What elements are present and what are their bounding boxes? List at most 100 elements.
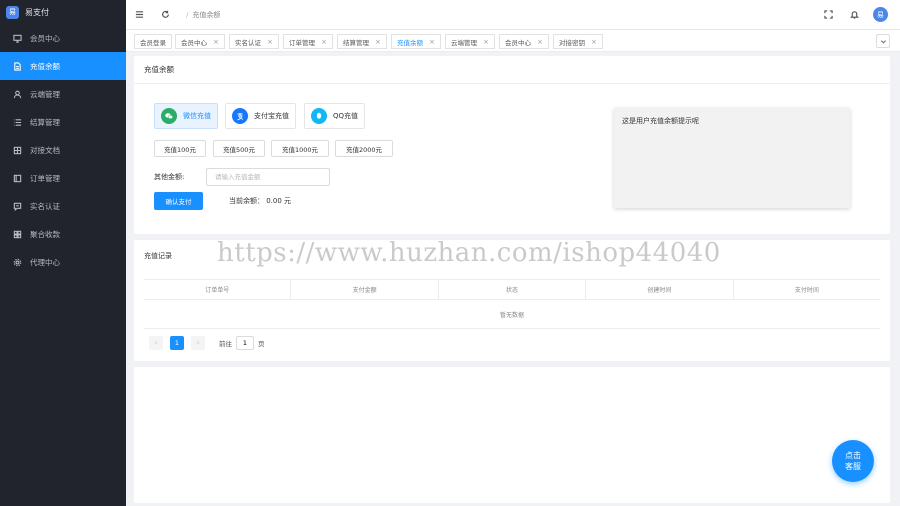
tab-member-center-2[interactable]: 会员中心 × [499,34,549,49]
customer-service-button[interactable]: 点击 客服 [832,440,874,482]
page-1-button[interactable]: 1 [170,336,184,350]
close-icon[interactable]: × [429,38,435,46]
sidebar-item-label: 结算管理 [30,117,60,127]
sidebar-item-agent[interactable]: 代理中心 [0,248,126,276]
order-icon [12,173,22,183]
tab-label: 充值余额 [397,38,423,47]
goto-label: 前往 [219,340,232,348]
fab-line-1: 点击 [845,451,861,460]
sidebar-item-label: 充值余额 [30,61,60,71]
breadcrumb-current: 充值余额 [192,10,221,19]
topbar: / 充值余额 易 [126,0,900,30]
logo-icon: 易 [6,5,19,19]
recharge-card: 充值余额 微信充值 支付宝充值 QQ充值 充值100元 充值500元 充值100… [134,56,890,234]
tab-label: 云端管理 [451,38,477,47]
qq-pay-button[interactable]: QQ充值 [304,103,366,129]
amount-2000-button[interactable]: 充值2000元 [335,140,393,157]
sidebar-item-aggregate[interactable]: 聚合收款 [0,220,126,248]
tab-cloud[interactable]: 云端管理 × [445,34,495,49]
sidebar-item-member-center[interactable]: 会员中心 [0,24,126,52]
chevron-down-icon[interactable] [876,34,890,48]
refresh-icon[interactable] [158,8,172,22]
grid-icon [12,229,22,239]
sidebar: 易 易支付 会员中心 充值余额 云端管理 结算管理 对接文档 订单管理 实名认证… [0,0,126,506]
column-header: 支付时间 [794,287,819,294]
next-page-button[interactable]: › [191,336,205,350]
tab-verification[interactable]: 实名认证 × [229,34,279,49]
watermark: https://www.huzhan.com/ishop44040 [217,238,721,268]
close-icon[interactable]: × [267,38,273,46]
message-icon [12,201,22,211]
current-balance: 当前余额： 0.00 元 [229,197,292,205]
logo[interactable]: 易 易支付 [0,0,126,24]
other-amount-label: 其他金额: [154,173,185,181]
prev-page-button[interactable]: ‹ [149,336,163,350]
gear-icon [12,257,22,267]
close-icon[interactable]: × [483,38,489,46]
close-icon[interactable]: × [213,38,219,46]
tab-orders[interactable]: 订单管理 × [283,34,333,49]
sidebar-item-label: 会员中心 [30,33,60,43]
alipay-button[interactable]: 支付宝充值 [225,103,296,129]
empty-state: 暂无数据 [144,300,880,329]
fullscreen-icon[interactable] [821,8,835,22]
tab-api-key[interactable]: 对接密钥 × [553,34,603,49]
breadcrumb-separator: / [186,10,189,19]
close-icon[interactable]: × [537,38,543,46]
wechat-pay-button[interactable]: 微信充值 [154,103,218,129]
sidebar-item-cloud[interactable]: 云端管理 [0,80,126,108]
sidebar-item-settlement[interactable]: 结算管理 [0,108,126,136]
menu-toggle-icon[interactable] [132,8,146,22]
sidebar-item-label: 实名认证 [30,201,60,211]
pay-method-label: QQ充值 [333,112,359,120]
alipay-icon [232,108,248,124]
records-title: 充值记录 [144,252,172,260]
sidebar-item-verification[interactable]: 实名认证 [0,192,126,220]
tab-label: 对接密钥 [559,38,585,47]
pay-method-label: 支付宝充值 [254,112,289,120]
recharge-title: 充值余额 [134,56,890,84]
records-table: 订单单号 支付金额 状态 创建时间 支付时间 暂无数据 [144,279,880,329]
column-header: 订单单号 [144,280,292,299]
sidebar-item-label: 订单管理 [30,173,60,183]
app-name: 易支付 [25,7,49,17]
tab-label: 会员中心 [181,38,207,47]
close-icon[interactable]: × [591,38,597,46]
tabs-bar: 会员登录 会员中心 × 实名认证 × 订单管理 × 结算管理 × 充值余额 × 云端管理 ×… [126,30,900,52]
sidebar-item-label: 对接文档 [30,145,60,155]
close-icon[interactable]: × [321,38,327,46]
breadcrumb: / 充值余额 [186,10,220,20]
table-header: 订单单号 支付金额 状态 创建时间 支付时间 [144,280,880,300]
other-amount-input[interactable] [206,168,330,186]
tab-member-center[interactable]: 会员中心 × [175,34,225,49]
user-icon [12,89,22,99]
close-icon[interactable]: × [375,38,381,46]
goto-page-input[interactable] [236,336,254,350]
tab-label: 结算管理 [343,38,369,47]
column-header: 支付金额 [291,280,439,299]
confirm-pay-button[interactable]: 确认支付 [154,192,203,210]
column-header: 创建时间 [586,280,734,299]
tab-recharge[interactable]: 充值余额 × [391,34,441,49]
amount-1000-button[interactable]: 充值1000元 [271,140,329,157]
sidebar-item-docs[interactable]: 对接文档 [0,136,126,164]
amount-500-button[interactable]: 充值500元 [213,140,265,157]
monitor-icon [12,33,22,43]
sidebar-item-label: 聚合收款 [30,229,60,239]
sidebar-menu: 会员中心 充值余额 云端管理 结算管理 对接文档 订单管理 实名认证 聚合收款 [0,24,126,276]
bell-icon[interactable] [847,8,861,22]
tab-label: 订单管理 [289,38,315,47]
tab-settlement[interactable]: 结算管理 × [337,34,387,49]
content-area [134,367,890,503]
column-header: 状态 [439,280,587,299]
tab-member-login[interactable]: 会员登录 [134,34,172,49]
sidebar-item-label: 代理中心 [30,257,60,267]
amount-100-button[interactable]: 充值100元 [154,140,206,157]
recharge-notice: 这是用户充值余额提示呢 [614,108,850,208]
fab-line-2: 客服 [845,462,861,471]
page-unit-label: 页 [258,340,265,348]
avatar[interactable]: 易 [873,7,888,22]
sidebar-item-orders[interactable]: 订单管理 [0,164,126,192]
sidebar-item-recharge[interactable]: 充值余额 [0,52,126,80]
tab-label: 实名认证 [235,38,261,47]
